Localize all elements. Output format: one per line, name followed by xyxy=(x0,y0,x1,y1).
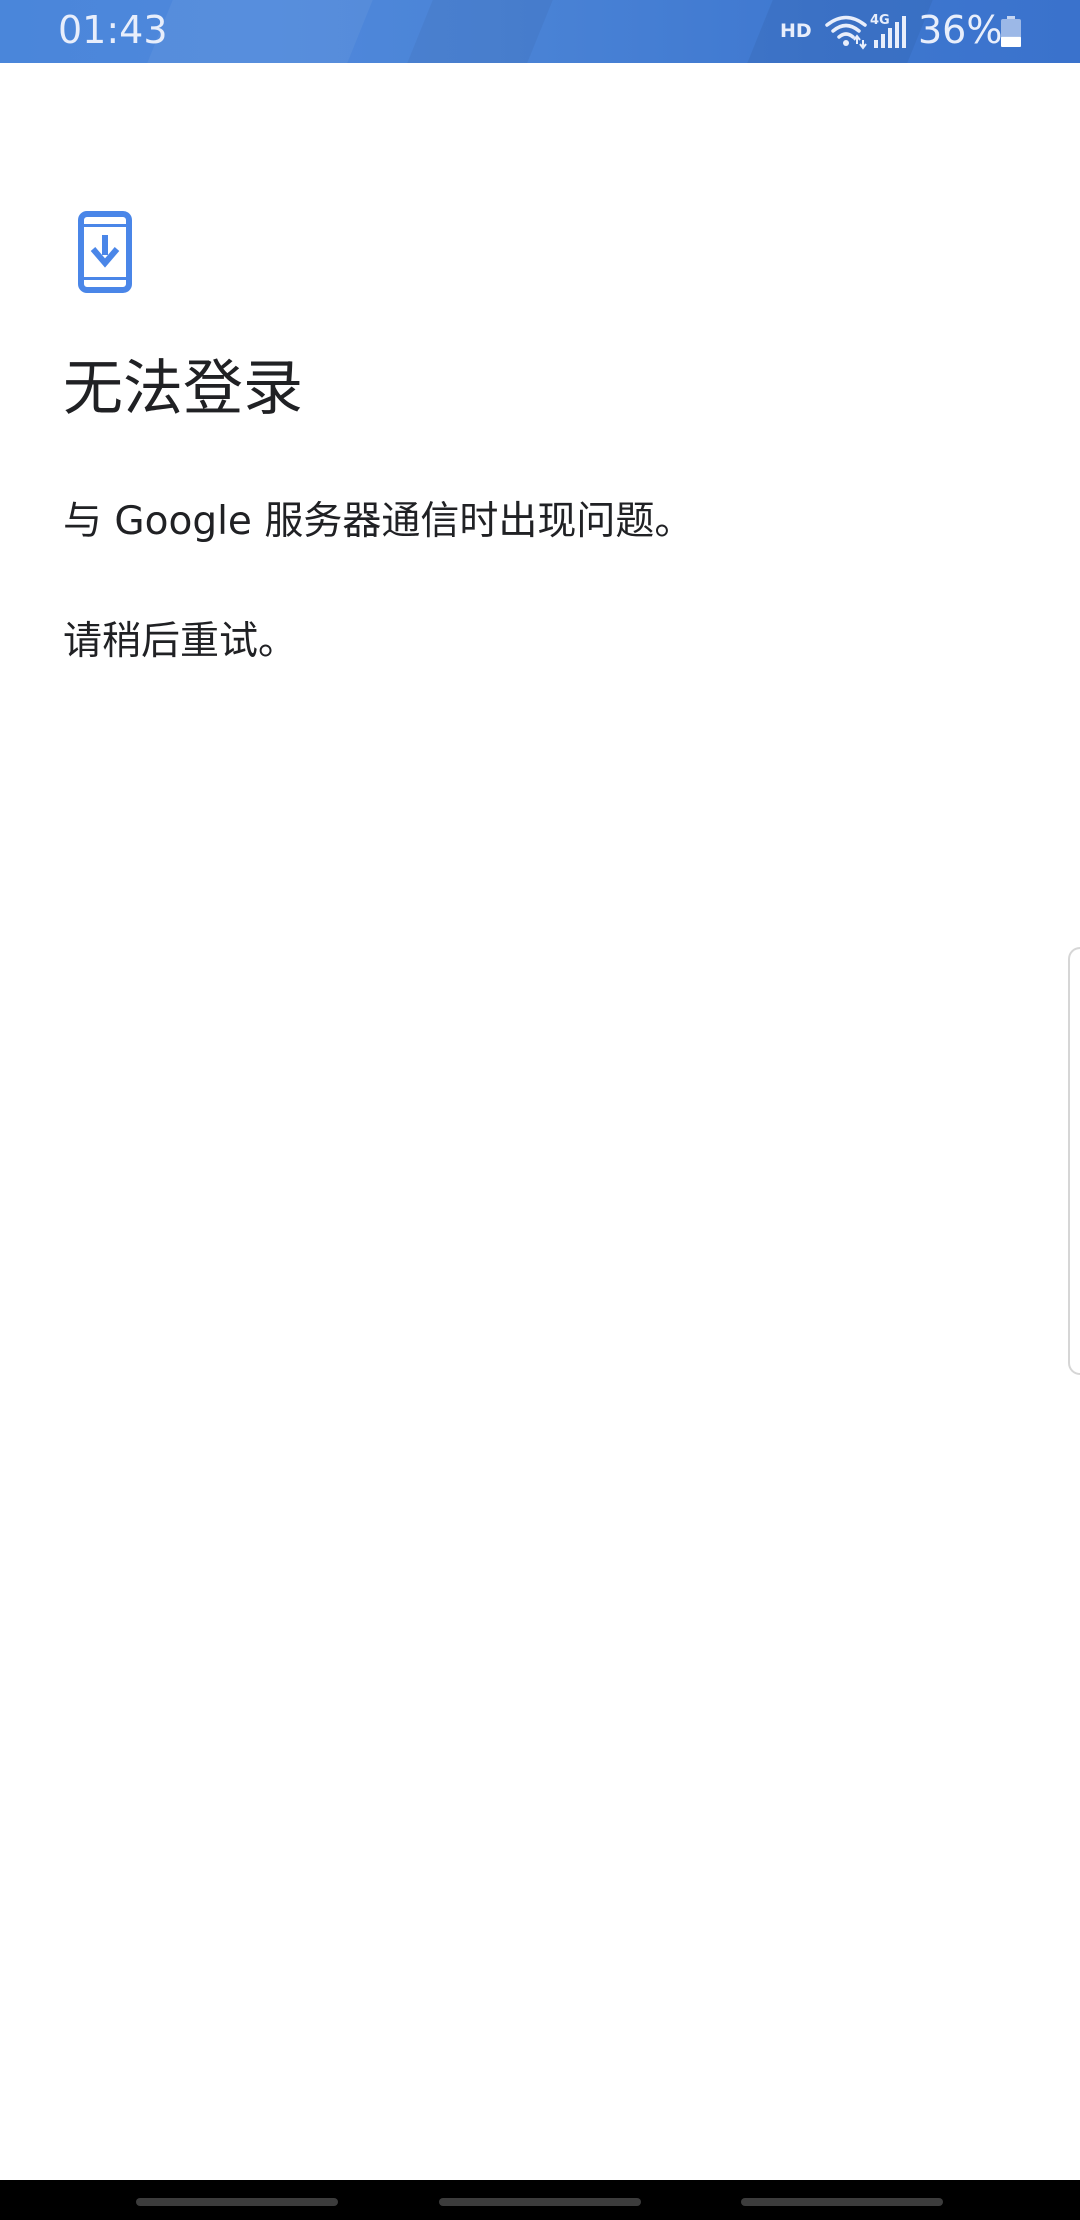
status-bar-decoration xyxy=(147,0,373,63)
battery-percentage: 36% xyxy=(918,8,1003,52)
battery-fill xyxy=(1001,36,1021,47)
battery-icon xyxy=(1001,16,1021,47)
edge-panel-handle[interactable] xyxy=(1068,947,1080,1375)
phone-download-icon xyxy=(78,211,132,293)
status-time: 01:43 xyxy=(58,8,168,52)
navigation-bar xyxy=(0,2180,1080,2220)
nav-back-button[interactable] xyxy=(741,2198,943,2206)
cellular-signal-icon: 4G xyxy=(870,13,906,48)
retry-hint: 请稍后重试。 xyxy=(63,619,298,664)
nav-recent-apps-button[interactable] xyxy=(136,2198,338,2206)
error-message: 与 Google 服务器通信时出现问题。 xyxy=(63,499,694,544)
wifi-icon xyxy=(825,15,867,50)
page-title: 无法登录 xyxy=(63,354,303,424)
status-bar: 01:43 HD 4G 36% xyxy=(0,0,1080,63)
hd-voice-indicator: HD xyxy=(780,20,812,42)
nav-home-button[interactable] xyxy=(439,2198,641,2206)
status-bar-decoration xyxy=(407,0,553,63)
network-type-label: 4G xyxy=(870,13,890,28)
sign-in-error-screen: 无法登录 与 Google 服务器通信时出现问题。 请稍后重试。 xyxy=(0,63,1080,2180)
